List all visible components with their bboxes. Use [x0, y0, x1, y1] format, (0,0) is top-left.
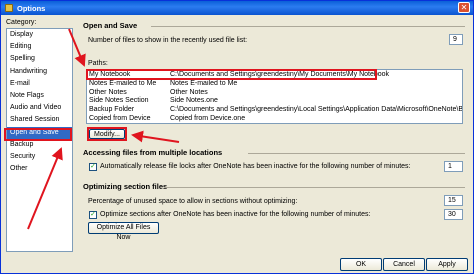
arrow-to-paths — [68, 28, 86, 67]
arrow-to-modify — [131, 130, 180, 143]
arrow-to-category — [27, 147, 63, 230]
annotation-arrows — [27, 28, 180, 230]
options-window: Options ✕ Category: Display Editing Spelli… — [0, 0, 474, 274]
